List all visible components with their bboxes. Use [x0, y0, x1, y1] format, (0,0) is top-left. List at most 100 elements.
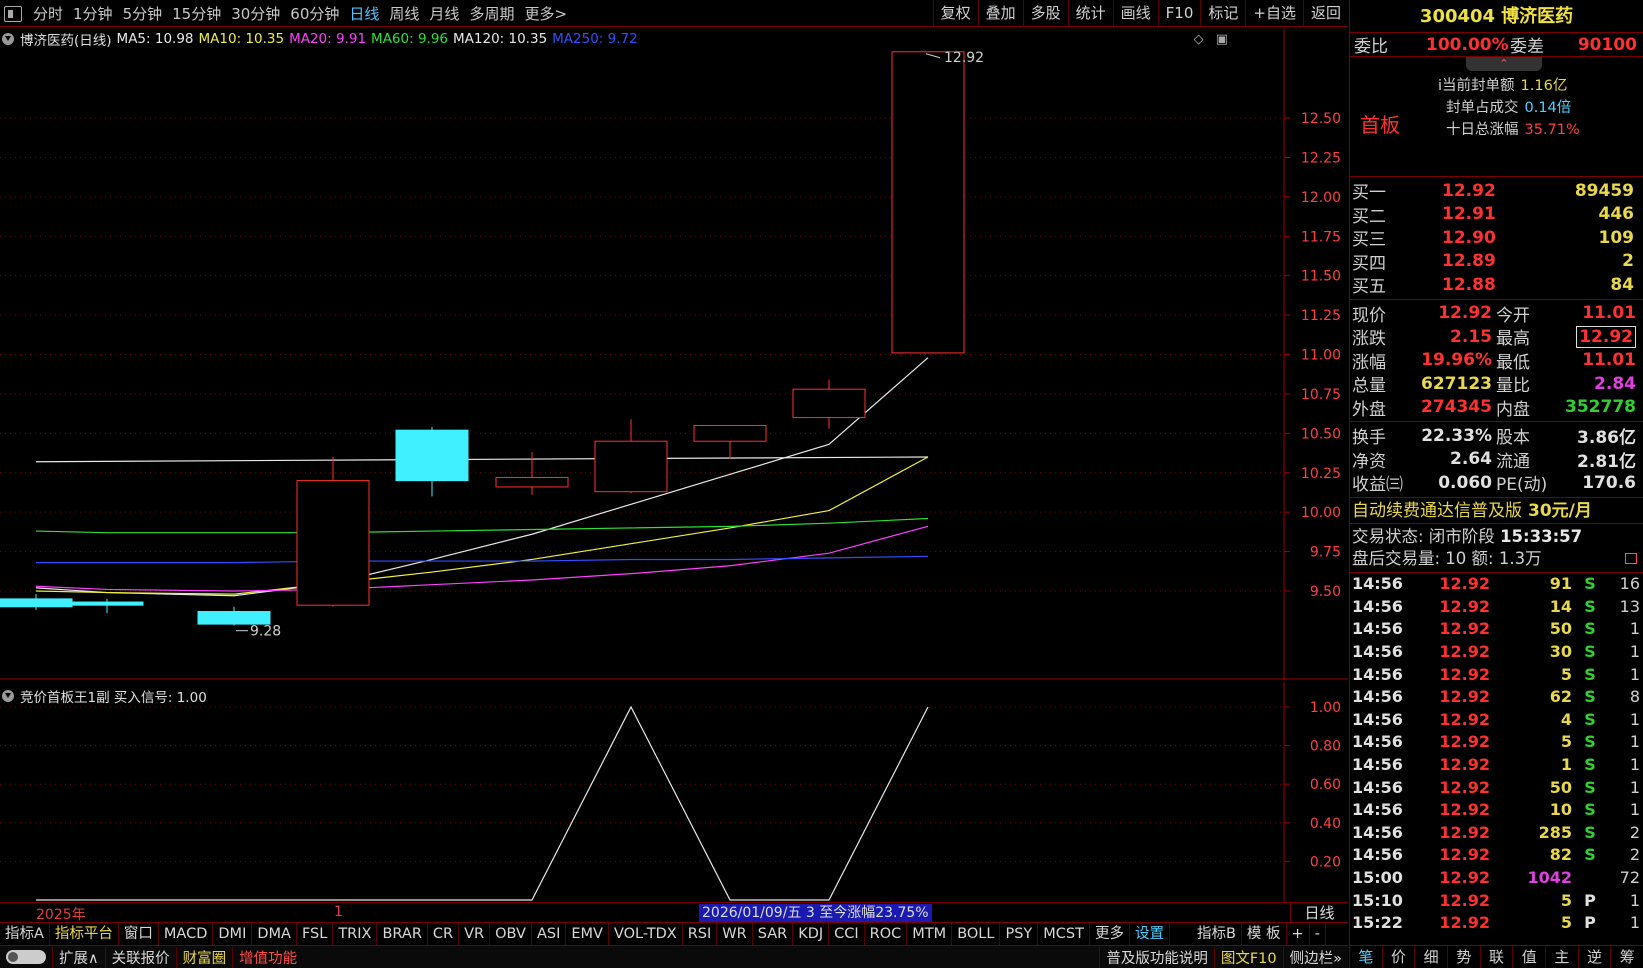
- bid-volume: 109: [1598, 227, 1635, 248]
- indicator-tab[interactable]: WR: [717, 923, 753, 945]
- tick-time: 14:56: [1352, 777, 1403, 797]
- side-tab[interactable]: 联: [1481, 946, 1514, 968]
- side-tab[interactable]: 势: [1448, 946, 1481, 968]
- chevron-down-icon[interactable]: [2, 33, 14, 45]
- side-tab[interactable]: 笔: [1350, 946, 1383, 968]
- status-right: 普及版功能说明 图文F10 侧边栏»: [1099, 946, 1348, 968]
- panel-toggle-icon[interactable]: ▣: [1216, 32, 1228, 47]
- chevron-down-icon[interactable]: [2, 690, 14, 702]
- indicator-tab[interactable]: KDJ: [793, 923, 830, 945]
- toolbar-button[interactable]: 返回: [1302, 0, 1348, 27]
- indicator-tab[interactable]: 更多: [1090, 923, 1130, 945]
- kline-chart[interactable]: 9.50 9.75 10.00 10.25 10.50 10.75 11.00 11.25 11…: [0, 28, 1348, 680]
- indicator-tab[interactable]: OBV: [490, 923, 532, 945]
- bid-label: 买五: [1352, 277, 1386, 298]
- toolbar-button[interactable]: 叠加: [977, 0, 1023, 27]
- indicator-tab[interactable]: ROC: [865, 923, 908, 945]
- period-tab[interactable]: 分时: [28, 3, 68, 24]
- indicator-tab[interactable]: RSI: [683, 923, 718, 945]
- toolbar-button[interactable]: 多股: [1022, 0, 1068, 27]
- indicator-chart[interactable]: 0.20 0.40 0.60 0.80 1.00 竞价首板王1副 买入信号: 1.00: [0, 682, 1348, 902]
- toolbar-button[interactable]: 画线: [1112, 0, 1158, 27]
- toolbar-button[interactable]: 复权: [932, 0, 978, 27]
- period-tab[interactable]: 多周期: [464, 3, 519, 24]
- tick-row: 14:56 12.92 10 S 1: [1350, 798, 1643, 821]
- side-tab[interactable]: 筹: [1611, 946, 1643, 968]
- status-button[interactable]: 侧边栏»: [1282, 946, 1348, 968]
- indicator-tab[interactable]: 指标B: [1192, 923, 1242, 945]
- period-tab[interactable]: 更多>: [519, 3, 572, 24]
- tick-flag: S: [1584, 664, 1596, 684]
- candle-body: [495, 476, 569, 488]
- layout-toggle-icon[interactable]: [4, 5, 22, 22]
- status-button[interactable]: 关联报价: [104, 946, 176, 968]
- toggle-switch[interactable]: [6, 950, 46, 964]
- tick-price: 12.92: [1439, 709, 1490, 729]
- period-tab[interactable]: 5分钟: [118, 3, 168, 24]
- side-tab[interactable]: 逆: [1579, 946, 1612, 968]
- period-tab[interactable]: 60分钟: [285, 3, 344, 24]
- side-tab[interactable]: 主: [1546, 946, 1579, 968]
- indicator-tab[interactable]: MACD: [159, 923, 214, 945]
- candle-body: [693, 424, 767, 442]
- promo-banner[interactable]: 自动续费通达信普及版 30元/月: [1350, 498, 1643, 524]
- status-button[interactable]: 普及版功能说明: [1099, 946, 1214, 968]
- indicator-tab[interactable]: DMI: [213, 923, 253, 945]
- period-tab[interactable]: 1分钟: [68, 3, 118, 24]
- bid-row[interactable]: 买二 12.91 446: [1350, 203, 1643, 227]
- side-tab[interactable]: 细: [1415, 946, 1449, 968]
- chart-icon[interactable]: [1625, 552, 1637, 564]
- bid-row[interactable]: 买五 12.88 84: [1350, 273, 1643, 298]
- indicator-tab[interactable]: EMV: [566, 923, 609, 945]
- chart-stock-name: 博济医药(日线): [20, 33, 112, 49]
- indicator-tab[interactable]: CR: [428, 923, 460, 945]
- indicator-tab[interactable]: 设置: [1130, 923, 1170, 945]
- quote-stats: 现价 12.92 今开 11.01 涨跌 2.15 最高 12.92 涨幅 19.96% 最低 11.…: [1350, 300, 1643, 422]
- toolbar-button[interactable]: 标记: [1200, 0, 1245, 27]
- collapse-icon[interactable]: ⌃: [1466, 57, 1542, 71]
- period-tab[interactable]: 月线: [424, 3, 464, 24]
- period-label[interactable]: 日线: [1290, 903, 1348, 923]
- bid-row[interactable]: 买三 12.90 109: [1350, 226, 1643, 251]
- bid-row[interactable]: 买四 12.89 2: [1350, 250, 1643, 274]
- indicator-tab[interactable]: VOL-TDX: [609, 923, 683, 945]
- indicator-tab[interactable]: ASI: [532, 923, 567, 945]
- side-tab[interactable]: 值: [1513, 946, 1547, 968]
- indicator-tab[interactable]: MCST: [1038, 923, 1090, 945]
- indicator-tab[interactable]: 窗口: [119, 923, 159, 945]
- tick-volume: 5: [1560, 913, 1572, 933]
- period-tab[interactable]: 日线: [344, 3, 384, 24]
- indicator-tab[interactable]: PSY: [1000, 923, 1039, 945]
- indicator-tab[interactable]: TRIX: [333, 923, 378, 945]
- quote-value: 12.92: [1438, 303, 1492, 324]
- range-label: 2026/01/09/五 3 至今涨幅23.75%: [699, 904, 932, 922]
- indicator-tab[interactable]: DMA: [252, 923, 297, 945]
- indicator-tab[interactable]: +: [1287, 923, 1310, 945]
- quote-label: 外盘: [1352, 399, 1386, 420]
- period-tab[interactable]: 周线: [384, 3, 424, 24]
- side-tab[interactable]: 价: [1383, 946, 1416, 968]
- period-tab[interactable]: 30分钟: [226, 3, 285, 24]
- indicator-tab[interactable]: BRAR: [377, 923, 428, 945]
- indicator-tab[interactable]: SAR: [753, 923, 794, 945]
- indicator-tab[interactable]: BOLL: [952, 923, 1001, 945]
- indicator-tab[interactable]: CCI: [829, 923, 865, 945]
- indicator-tab[interactable]: 指标A: [0, 923, 50, 945]
- status-button[interactable]: 财富圈: [175, 946, 233, 968]
- indicator-tab[interactable]: 模 板: [1242, 923, 1287, 945]
- indicator-tab[interactable]: FSL: [297, 923, 334, 945]
- indicator-tab[interactable]: VR: [459, 923, 491, 945]
- status-button[interactable]: 图文F10: [1213, 946, 1283, 968]
- toolbar-button[interactable]: 统计: [1067, 0, 1113, 27]
- status-button[interactable]: 扩展∧: [52, 946, 105, 968]
- toolbar-button[interactable]: F10: [1157, 0, 1201, 27]
- status-button[interactable]: 增值功能: [232, 946, 303, 968]
- indicator-tab[interactable]: -: [1310, 923, 1326, 945]
- toolbar-button[interactable]: +自选: [1245, 0, 1303, 27]
- indicator-tab[interactable]: MTM: [907, 923, 953, 945]
- indicator-tab[interactable]: 指标平台: [50, 923, 119, 945]
- period-tab[interactable]: 15分钟: [167, 3, 226, 24]
- bid-row[interactable]: 买一 12.92 89459: [1350, 179, 1643, 204]
- tick-row: 15:10 12.92 5 P 1: [1350, 889, 1643, 912]
- diamond-icon[interactable]: ◇: [1194, 32, 1204, 47]
